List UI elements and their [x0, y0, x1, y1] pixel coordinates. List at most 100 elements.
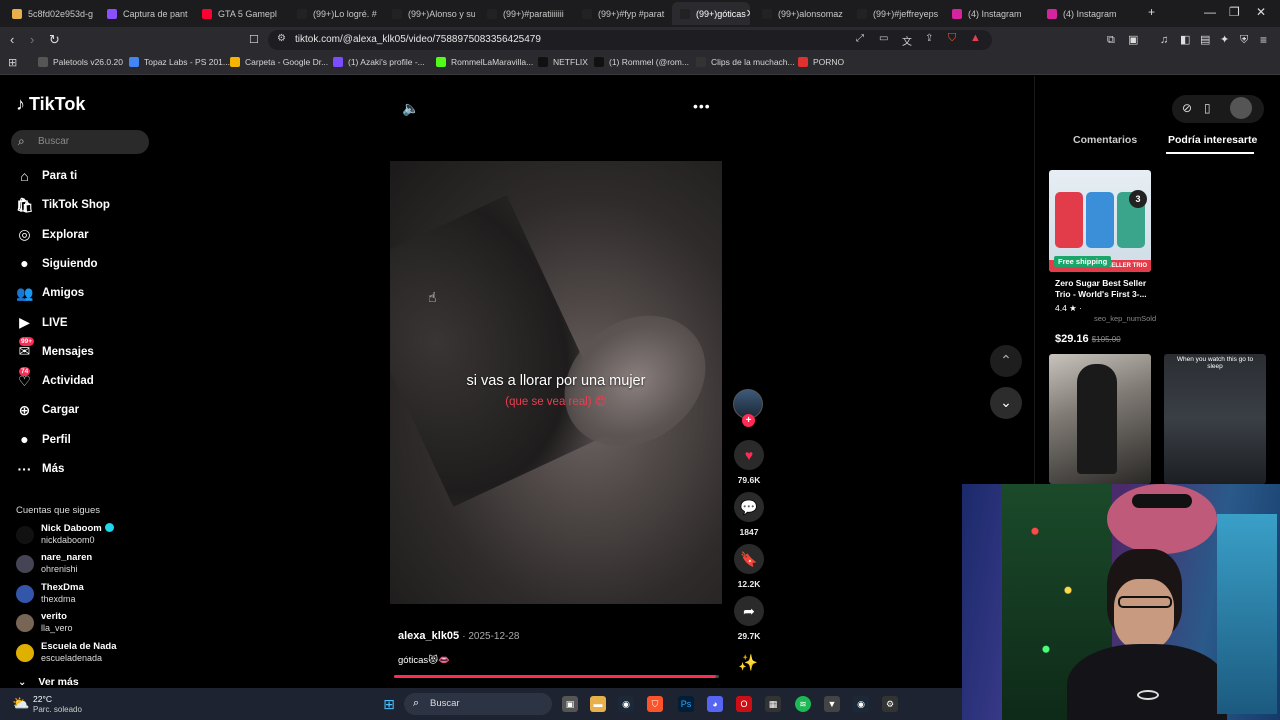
- browser-tab[interactable]: (4) Instagram: [1039, 2, 1130, 25]
- user-avatar[interactable]: [1230, 97, 1252, 119]
- sidebar-item-actividad[interactable]: ♡ 74 Actividad: [16, 366, 94, 391]
- sidebar-item-para-ti[interactable]: ⌂ Para ti: [16, 166, 77, 186]
- followed-account[interactable]: Escuela de Nada escueladenada: [16, 641, 156, 667]
- file-explorer-icon[interactable]: ▬: [590, 696, 606, 712]
- next-video-button[interactable]: ⌄: [990, 387, 1022, 419]
- product-title[interactable]: Zero Sugar Best Seller Trio - World's Fi…: [1055, 278, 1151, 300]
- comment-button[interactable]: 💬 1847: [733, 492, 765, 537]
- browser-tab[interactable]: Captura de pant: [99, 2, 190, 25]
- spotify-icon[interactable]: ≋: [795, 696, 811, 712]
- translate-icon[interactable]: 文: [902, 33, 912, 48]
- weather-desc[interactable]: Parc. soleado: [33, 705, 82, 714]
- followed-account[interactable]: verito lla_vero: [16, 611, 156, 637]
- browser-tab[interactable]: (99+)#fyp #parat: [574, 2, 665, 25]
- browser-tab[interactable]: (99+)Lo logré. #: [289, 2, 380, 25]
- media-icon[interactable]: ♫: [1160, 32, 1168, 48]
- reload-icon[interactable]: ↻: [49, 32, 60, 48]
- coins-icon[interactable]: ⊘: [1182, 101, 1192, 115]
- screenshot-icon[interactable]: ▭: [879, 33, 888, 44]
- bookmark-item[interactable]: Paletools v26.0.20: [38, 57, 123, 67]
- browser-tab[interactable]: 5c8fd02e953d-g: [4, 2, 95, 25]
- follow-plus-button[interactable]: +: [742, 414, 755, 427]
- browser-tab[interactable]: (99+)Alonso y su: [384, 2, 475, 25]
- previous-video-button[interactable]: ⌃: [990, 345, 1022, 377]
- sidebar-item-live[interactable]: ▶ LIVE: [16, 313, 67, 333]
- suggested-video-thumbnail[interactable]: [1049, 354, 1151, 484]
- weather-icon[interactable]: ⛅: [12, 695, 29, 712]
- browser-tab[interactable]: (4) Instagram: [944, 2, 1035, 25]
- sidebar-item-siguiendo[interactable]: ● Siguiendo: [16, 254, 97, 274]
- tiktok-logo[interactable]: ♪ TikTok: [16, 94, 85, 115]
- address-bar[interactable]: ⚙ tiktok.com/@alexa_klk05/video/75889750…: [268, 30, 992, 50]
- search-input[interactable]: ⌕ Buscar: [11, 130, 149, 154]
- taskbar-search[interactable]: ⌕ Buscar: [404, 693, 552, 715]
- sidebar-item-amigos[interactable]: 👥 Amigos: [16, 283, 84, 303]
- steam-icon[interactable]: ◉: [853, 696, 869, 712]
- sidebar-item-tiktok-shop[interactable]: 🛍 TikTok Shop: [16, 195, 110, 215]
- close-tab-icon[interactable]: ✕: [746, 7, 750, 20]
- sidebar-item-perfil[interactable]: ● Perfil: [16, 430, 71, 450]
- browser-tab[interactable]: GTA 5 Gamepl: [194, 2, 285, 25]
- video-player[interactable]: si vas a llorar por una mujer (que se ve…: [390, 161, 722, 604]
- video-progress-bar[interactable]: [394, 675, 719, 678]
- bookmark-item[interactable]: Clips de la muchach...: [696, 57, 795, 67]
- brave-icon[interactable]: ⛉: [647, 696, 663, 712]
- followed-account[interactable]: nare_naren ohrenishi: [16, 552, 156, 578]
- save-button[interactable]: 🔖 12.2K: [733, 544, 765, 589]
- bookmark-item[interactable]: Carpeta - Google Dr...: [230, 57, 328, 67]
- forward-icon[interactable]: ›: [30, 32, 34, 48]
- browser-tab[interactable]: (99+)alonsomaz: [754, 2, 845, 25]
- tab-search-icon[interactable]: ▣: [1128, 32, 1138, 48]
- wallet-icon[interactable]: ▤: [1200, 32, 1210, 48]
- more-options-icon[interactable]: •••: [693, 98, 711, 114]
- sidebar-item-mensajes[interactable]: ✉ 99+ Mensajes: [16, 337, 94, 362]
- back-icon[interactable]: ‹: [10, 32, 14, 48]
- discord-icon[interactable]: ◕: [707, 696, 723, 712]
- device-icon[interactable]: ▯: [1204, 101, 1211, 115]
- cast-icon[interactable]: ⤢: [856, 33, 864, 44]
- see-more-button[interactable]: ⌄ Ver más: [18, 676, 79, 688]
- bookmark-item[interactable]: (1) Rommel (@rom...: [594, 57, 689, 67]
- bookmark-item[interactable]: Topaz Labs - PS 201...: [129, 57, 230, 67]
- share-icon[interactable]: ⇪: [925, 33, 933, 44]
- url-text[interactable]: tiktok.com/@alexa_klk05/video/7588975083…: [295, 34, 541, 45]
- sidebar-item-cargar[interactable]: ⊕ Cargar: [16, 400, 79, 420]
- tab-comments[interactable]: Comentarios: [1073, 134, 1137, 146]
- app-icon[interactable]: ⚙: [882, 696, 898, 712]
- opera-gx-icon[interactable]: O: [736, 696, 752, 712]
- browser-tab[interactable]: (99+)#jeffreyeps: [849, 2, 940, 25]
- leo-ai-icon[interactable]: ✦: [1220, 32, 1229, 48]
- followed-account[interactable]: Nick Daboom nickdaboom0: [16, 523, 156, 549]
- author-username[interactable]: alexa_klk05: [398, 630, 459, 642]
- weather-temp[interactable]: 22°C: [33, 694, 52, 704]
- steam-icon[interactable]: ◉: [618, 696, 634, 712]
- sidebar-item-más[interactable]: ··· Más: [16, 459, 65, 479]
- sidebar-toggle-icon[interactable]: ◧: [1180, 32, 1190, 48]
- tab-may-interest[interactable]: Podría interesarte: [1168, 134, 1257, 146]
- suggested-video-thumbnail[interactable]: When you watch this go to sleep: [1164, 354, 1266, 484]
- bookmark-item[interactable]: RommelLaMaravilla...: [436, 57, 533, 67]
- followed-account[interactable]: ThexDma thexdma: [16, 582, 156, 608]
- extensions-icon[interactable]: ⧉: [1107, 32, 1115, 48]
- app-icon[interactable]: ▦: [765, 696, 781, 712]
- task-view-icon[interactable]: ▣: [562, 696, 578, 712]
- maximize-button[interactable]: ❐: [1229, 5, 1240, 19]
- bookmark-item[interactable]: PORNO: [798, 57, 844, 67]
- brave-shield-icon[interactable]: ⛉: [948, 32, 956, 45]
- photoshop-icon[interactable]: Ps: [678, 696, 694, 712]
- effects-icon[interactable]: ✨: [738, 653, 758, 673]
- browser-tab[interactable]: (99+)#paratiiiiiii: [479, 2, 570, 25]
- close-window-button[interactable]: ✕: [1256, 5, 1266, 19]
- bookmark-item[interactable]: NETFLIX: [538, 57, 588, 67]
- minimize-button[interactable]: —: [1204, 5, 1216, 19]
- menu-icon[interactable]: ≡: [1260, 32, 1267, 48]
- sidebar-item-explorar[interactable]: ◎ Explorar: [16, 225, 88, 245]
- video-description[interactable]: góticas😻👄: [398, 655, 450, 666]
- apps-icon[interactable]: ⊞: [8, 56, 17, 69]
- app-icon[interactable]: ▼: [824, 696, 840, 712]
- browser-tab[interactable]: (99+)góticas✕: [672, 2, 750, 25]
- bookmark-item[interactable]: (1) Azaki's profile -...: [333, 57, 425, 67]
- brave-rewards-icon[interactable]: ▲: [970, 32, 981, 44]
- start-icon[interactable]: ⊞: [381, 696, 397, 712]
- share-button[interactable]: ➦ 29.7K: [733, 596, 765, 641]
